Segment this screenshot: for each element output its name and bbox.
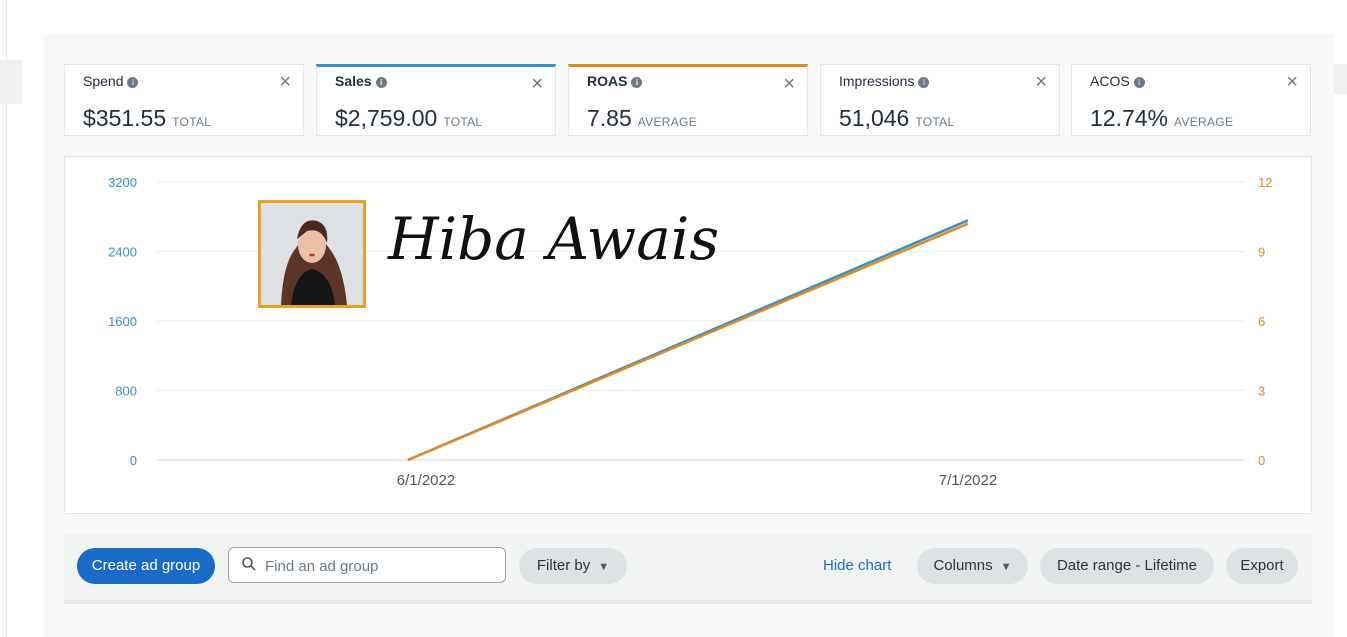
y-left-tick-label: 1600	[108, 314, 137, 329]
info-icon[interactable]: i	[918, 77, 930, 88]
chevron-down-icon: ▼	[598, 561, 610, 573]
avatar	[258, 200, 366, 308]
close-icon[interactable]: ×	[1035, 71, 1047, 94]
metric-value: 12.74%	[1090, 105, 1169, 131]
metric-value: 51,046	[839, 105, 910, 131]
create-ad-group-button[interactable]: Create ad group	[77, 548, 215, 584]
search-icon	[241, 556, 257, 577]
y-right-tick-label: 0	[1258, 453, 1265, 468]
x-tick-label: 6/1/2022	[397, 472, 455, 489]
metric-unit: AVERAGE	[1174, 115, 1234, 129]
close-icon[interactable]: ×	[1286, 71, 1298, 94]
y-left-tick-label: 2400	[108, 245, 137, 260]
x-tick-label: 7/1/2022	[939, 472, 997, 489]
metric-card-acos[interactable]: ACOS i × 12.74% AVERAGE	[1071, 64, 1311, 136]
date-range-button[interactable]: Date range - Lifetime	[1040, 548, 1214, 584]
columns-label: Columns	[933, 557, 993, 574]
info-icon[interactable]: i	[631, 77, 643, 88]
side-strip	[0, 60, 22, 104]
metric-label: ROAS	[587, 73, 628, 89]
columns-button[interactable]: Columns ▼	[917, 548, 1028, 584]
y-right-tick-label: 3	[1258, 384, 1265, 399]
y-right-tick-label: 12	[1258, 175, 1272, 190]
metric-label: Sales	[335, 73, 372, 89]
metric-label: Spend	[83, 73, 124, 89]
metric-label: ACOS	[1090, 73, 1130, 89]
info-icon[interactable]: i	[127, 77, 139, 88]
close-icon[interactable]: ×	[279, 71, 291, 94]
metric-unit: TOTAL	[172, 115, 212, 129]
close-icon[interactable]: ×	[531, 73, 543, 96]
right-strip	[1334, 64, 1347, 94]
filter-by-label: Filter by	[536, 557, 591, 574]
watermark-signature: Hiba Awais	[388, 205, 720, 273]
filter-by-button[interactable]: Filter by ▼	[519, 548, 627, 584]
search-field[interactable]	[228, 547, 506, 583]
hide-chart-link[interactable]: Hide chart	[823, 557, 891, 574]
export-button[interactable]: Export	[1226, 548, 1298, 584]
metric-value: $2,759.00	[335, 105, 438, 131]
metric-unit: AVERAGE	[637, 115, 697, 129]
y-left-tick-label: 800	[115, 384, 137, 399]
avatar-image	[261, 203, 363, 305]
metric-unit: TOTAL	[915, 115, 955, 129]
search-input[interactable]	[263, 554, 497, 578]
table-header	[64, 600, 1312, 604]
y-left-tick-label: 0	[130, 453, 137, 468]
close-icon[interactable]: ×	[783, 73, 795, 96]
metric-card-roas[interactable]: ROAS i × 7.85 AVERAGE	[568, 64, 808, 136]
metric-value: $351.55	[83, 105, 167, 131]
metric-label: Impressions	[839, 73, 915, 89]
y-right-tick-label: 6	[1258, 314, 1265, 329]
metric-unit: TOTAL	[443, 115, 483, 129]
y-right-tick-label: 9	[1258, 245, 1265, 260]
metric-cards: Spend i × $351.55 TOTAL Sales i × $2,759.00…	[64, 64, 1314, 136]
info-icon[interactable]: i	[375, 77, 387, 88]
metric-card-sales[interactable]: Sales i × $2,759.00 TOTAL	[316, 64, 556, 136]
metric-value: 7.85	[587, 105, 632, 131]
metric-card-impressions[interactable]: Impressions i × 51,046 TOTAL	[820, 64, 1060, 136]
chevron-down-icon: ▼	[1000, 561, 1012, 573]
y-left-tick-label: 3200	[108, 175, 137, 190]
metric-card-spend[interactable]: Spend i × $351.55 TOTAL	[64, 64, 304, 136]
info-icon[interactable]: i	[1133, 77, 1145, 88]
